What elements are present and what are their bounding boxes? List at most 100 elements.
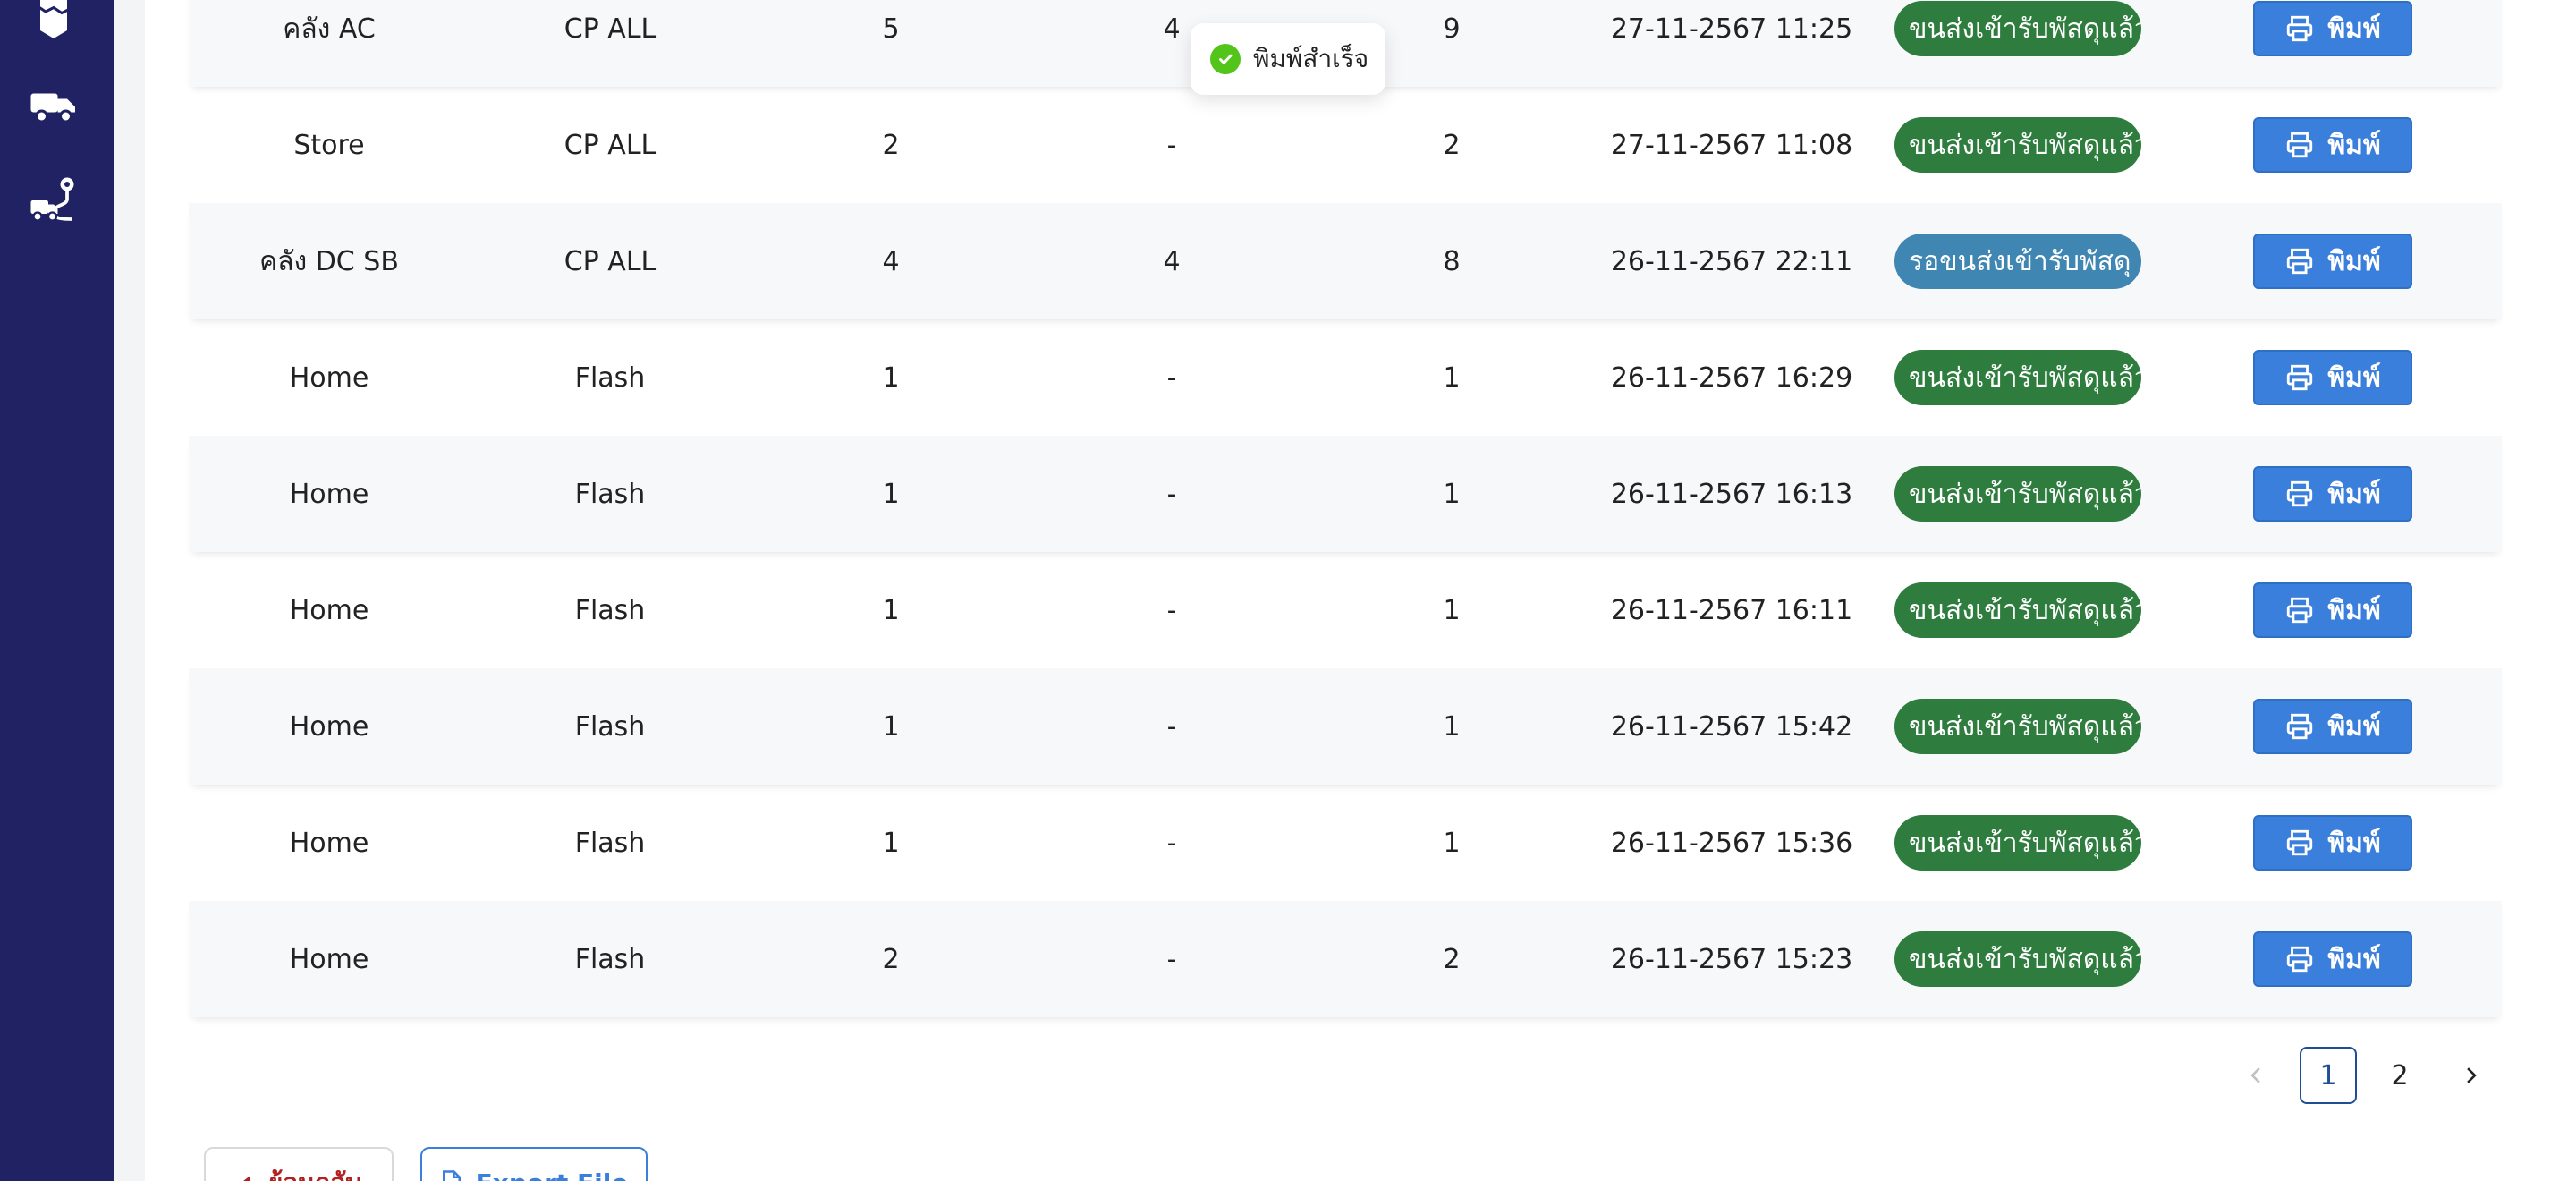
page-1-button[interactable]: 1 xyxy=(2300,1047,2357,1104)
cell-action: พิมพ์ xyxy=(2164,0,2502,87)
cell-action: พิมพ์ xyxy=(2164,901,2502,1017)
cell-count-2: - xyxy=(1166,943,1177,975)
truck-icon[interactable] xyxy=(21,73,86,138)
printer-icon xyxy=(2287,713,2313,740)
print-button[interactable]: พิมพ์ xyxy=(2253,350,2412,405)
table-row: Home Flash 1 - 1 26-11-2567 16:29 ขนส่งเข้ารับ… xyxy=(189,319,2502,436)
back-button[interactable]: ย้อนกลับ xyxy=(204,1147,394,1181)
cell-location: Home xyxy=(289,478,369,510)
cell-action: พิมพ์ xyxy=(2164,436,2502,552)
cell-total: 1 xyxy=(1443,478,1461,510)
print-button[interactable]: พิมพ์ xyxy=(2253,582,2412,638)
status-badge: ขนส่งเข้ารับพัสดุแล้ว xyxy=(1894,699,2141,754)
cell-count-1: 4 xyxy=(882,245,900,277)
print-button-label: พิมพ์ xyxy=(2327,361,2381,394)
cell-count-2: - xyxy=(1166,827,1177,859)
cell-count-2: - xyxy=(1166,594,1177,626)
cell-carrier: Flash xyxy=(574,943,646,975)
cell-datetime: 26-11-2567 22:11 xyxy=(1610,245,1853,277)
cell-count-1: 1 xyxy=(882,594,900,626)
status-badge: ขนส่งเข้ารับพัสดุแล้ว xyxy=(1894,582,2141,638)
cell-datetime: 26-11-2567 16:11 xyxy=(1610,594,1853,626)
cell-status: ขนส่งเข้ารับพัสดุแล้ว xyxy=(1872,0,2164,87)
cell-status: ขนส่งเข้ารับพัสดุแล้ว xyxy=(1872,87,2164,203)
cell-location: Home xyxy=(289,361,369,394)
table-row: Home Flash 2 - 2 26-11-2567 15:23 ขนส่งเข้ารับ… xyxy=(189,901,2502,1017)
print-button[interactable]: พิมพ์ xyxy=(2253,466,2412,522)
printer-icon xyxy=(2287,480,2313,507)
cell-location: คลัง DC SB xyxy=(259,245,399,277)
chevron-left-icon xyxy=(2250,1067,2260,1083)
cell-datetime: 27-11-2567 11:08 xyxy=(1610,129,1853,161)
cell-status: ขนส่งเข้ารับพัสดุแล้ว xyxy=(1872,668,2164,785)
cell-location: Home xyxy=(289,710,369,743)
cell-location: Home xyxy=(289,943,369,975)
cell-datetime: 26-11-2567 16:13 xyxy=(1610,478,1853,510)
print-button-label: พิมพ์ xyxy=(2327,129,2381,161)
file-icon xyxy=(442,1170,461,1181)
cell-location: คลัง AC xyxy=(283,13,376,45)
cell-count-2: - xyxy=(1166,129,1177,161)
status-badge: ขนส่งเข้ารับพัสดุแล้ว xyxy=(1894,1,2141,56)
caret-left-icon xyxy=(242,1176,250,1181)
status-badge: รอขนส่งเข้ารับพัสดุ xyxy=(1894,234,2141,289)
cell-datetime: 26-11-2567 16:29 xyxy=(1610,361,1853,394)
print-button[interactable]: พิมพ์ xyxy=(2253,234,2412,289)
cell-status: ขนส่งเข้ารับพัสดุแล้ว xyxy=(1872,319,2164,436)
cell-total: 2 xyxy=(1443,129,1461,161)
cell-count-1: 1 xyxy=(882,827,900,859)
status-badge: ขนส่งเข้ารับพัสดุแล้ว xyxy=(1894,931,2141,987)
printer-icon xyxy=(2287,946,2313,973)
map-icon[interactable] xyxy=(21,0,86,52)
cell-action: พิมพ์ xyxy=(2164,319,2502,436)
cell-total: 2 xyxy=(1443,943,1461,975)
cell-total: 8 xyxy=(1443,245,1461,277)
print-button[interactable]: พิมพ์ xyxy=(2253,1,2412,56)
next-page-button[interactable] xyxy=(2443,1047,2500,1104)
printer-icon xyxy=(2287,132,2313,158)
cell-status: ขนส่งเข้ารับพัสดุแล้ว xyxy=(1872,552,2164,668)
route-truck-icon[interactable] xyxy=(21,168,86,233)
cell-total: 1 xyxy=(1443,594,1461,626)
cell-location: Home xyxy=(289,594,369,626)
table-row: Home Flash 1 - 1 26-11-2567 15:42 ขนส่งเข้ารับ… xyxy=(189,668,2502,785)
print-button[interactable]: พิมพ์ xyxy=(2253,117,2412,173)
print-button[interactable]: พิมพ์ xyxy=(2253,815,2412,871)
cell-location: Store xyxy=(293,129,365,161)
print-button-label: พิมพ์ xyxy=(2327,710,2381,743)
print-button-label: พิมพ์ xyxy=(2327,943,2381,975)
cell-action: พิมพ์ xyxy=(2164,87,2502,203)
print-button-label: พิมพ์ xyxy=(2327,13,2381,45)
cell-count-2: - xyxy=(1166,361,1177,394)
prev-page-button[interactable] xyxy=(2227,1047,2284,1104)
success-toast: พิมพ์สำเร็จ xyxy=(1191,23,1385,95)
cell-action: พิมพ์ xyxy=(2164,785,2502,901)
toast-message: พิมพ์สำเร็จ xyxy=(1253,44,1369,73)
print-button[interactable]: พิมพ์ xyxy=(2253,931,2412,987)
printer-icon xyxy=(2287,364,2313,391)
back-button-label: ย้อนกลับ xyxy=(268,1163,361,1181)
status-badge: ขนส่งเข้ารับพัสดุแล้ว xyxy=(1894,117,2141,173)
cell-datetime: 27-11-2567 11:25 xyxy=(1610,13,1853,45)
cell-carrier: CP ALL xyxy=(564,245,657,277)
cell-count-1: 5 xyxy=(882,13,900,45)
print-button[interactable]: พิมพ์ xyxy=(2253,699,2412,754)
cell-datetime: 26-11-2567 15:36 xyxy=(1610,827,1853,859)
status-badge: ขนส่งเข้ารับพัสดุแล้ว xyxy=(1894,815,2141,871)
print-button-label: พิมพ์ xyxy=(2327,827,2381,859)
printer-icon xyxy=(2287,829,2313,856)
page-2-button[interactable]: 2 xyxy=(2371,1047,2428,1104)
print-button-label: พิมพ์ xyxy=(2327,594,2381,626)
table-row: Store CP ALL 2 - 2 27-11-2567 11:08 ขนส่งเข้าร… xyxy=(189,87,2502,203)
table-row: Home Flash 1 - 1 26-11-2567 16:11 ขนส่งเข้ารับ… xyxy=(189,552,2502,668)
cell-carrier: Flash xyxy=(574,827,646,859)
cell-count-1: 2 xyxy=(882,129,900,161)
status-badge: ขนส่งเข้ารับพัสดุแล้ว xyxy=(1894,350,2141,405)
cell-datetime: 26-11-2567 15:42 xyxy=(1610,710,1853,743)
export-file-button[interactable]: Export File xyxy=(420,1147,648,1181)
cell-total: 1 xyxy=(1443,361,1461,394)
cell-count-2: - xyxy=(1166,710,1177,743)
printer-icon xyxy=(2287,597,2313,624)
print-button-label: พิมพ์ xyxy=(2327,478,2381,510)
cell-status: ขนส่งเข้ารับพัสดุแล้ว xyxy=(1872,785,2164,901)
